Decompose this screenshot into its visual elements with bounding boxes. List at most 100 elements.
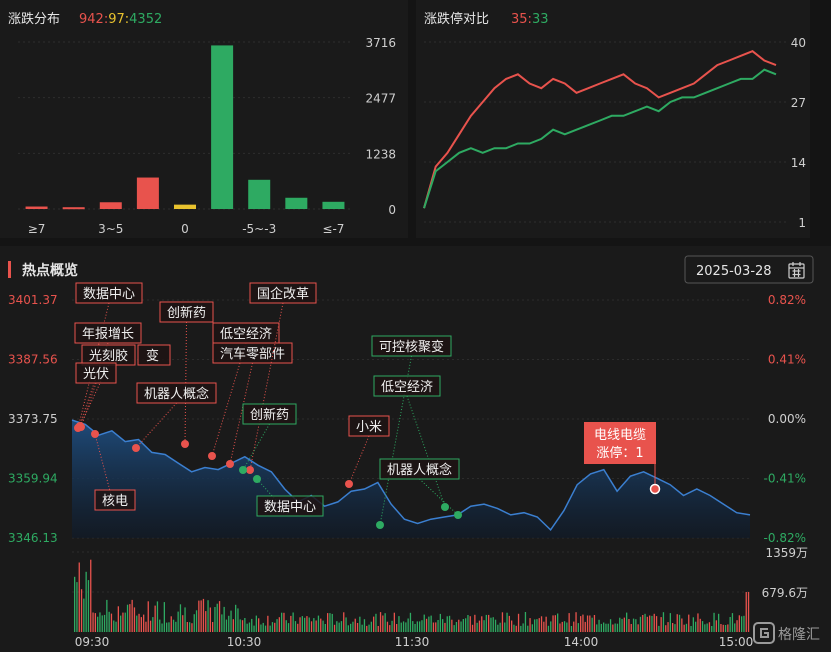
volume-bar (697, 613, 699, 632)
y-tick-label: 1 (798, 216, 806, 230)
y-tick-label: 27 (791, 96, 806, 110)
volume-bar (396, 624, 398, 632)
volume-bar (701, 621, 704, 632)
volume-bar (99, 612, 101, 632)
volume-bar (416, 621, 418, 632)
volume-bar (375, 613, 377, 632)
y-tick-label: 14 (791, 156, 806, 170)
bar (248, 179, 271, 209)
volume-bar (301, 616, 303, 632)
volume-bar (412, 621, 414, 632)
volume-bar (425, 618, 428, 632)
annotation-leader (135, 402, 177, 449)
volume-bar (340, 621, 343, 632)
volume-bar (517, 613, 520, 632)
volume-bar (76, 582, 78, 632)
volume-bar (724, 625, 727, 632)
volume-bar (120, 615, 122, 632)
volume-bar (258, 618, 260, 632)
up-annotation-label: 核电 (102, 494, 128, 509)
volume-bar (628, 619, 630, 632)
volume-bar (524, 612, 527, 632)
y-tick-label-right: 0.82% (768, 293, 806, 307)
volume-bar (327, 613, 329, 632)
bar (25, 206, 48, 209)
series-line (423, 50, 777, 209)
volume-bar (632, 618, 635, 632)
volume-bar (554, 615, 556, 632)
volume-bar (308, 617, 310, 632)
volume-bar (317, 615, 320, 632)
volume-bar (736, 620, 738, 632)
y-tick-label-left: 3373.75 (8, 412, 58, 426)
volume-bar (124, 612, 126, 632)
volume-bar (672, 623, 674, 632)
volume-bar (304, 617, 306, 632)
down-annotation-dot (253, 475, 261, 483)
volume-bar (718, 613, 720, 632)
volume-bar (159, 619, 161, 632)
volume-bar (451, 619, 453, 632)
date-picker[interactable]: 2025-03-28 (684, 255, 814, 284)
up-count: 942 (79, 12, 104, 27)
volume-bar (529, 618, 531, 632)
limit-ratio-counts: 35:33 (511, 12, 548, 27)
bar (136, 177, 159, 209)
volume-bar (662, 612, 665, 632)
x-tick-label: 14:00 (564, 635, 599, 649)
volume-bar (591, 617, 593, 632)
x-tick-label: ≤-7 (322, 222, 344, 236)
volume-bar (439, 613, 441, 632)
volume-bar (644, 613, 646, 632)
bar (211, 45, 234, 210)
volume-bar (278, 617, 280, 632)
volume-bar (469, 616, 471, 632)
volume-bar (113, 620, 115, 632)
volume-bar (200, 600, 202, 632)
volume-bar (593, 615, 596, 632)
volume-bar (306, 616, 308, 632)
y-tick-label: 2477 (365, 92, 396, 106)
y-tick-label-left: 3401.37 (8, 293, 58, 307)
volume-bar (688, 614, 690, 632)
volume-bar (575, 612, 577, 632)
volume-bar (182, 615, 184, 632)
volume-bar (557, 613, 559, 632)
annotation-leader (406, 395, 446, 508)
y-tick-label: 3716 (365, 36, 396, 50)
x-tick-label: -5~-3 (242, 222, 276, 236)
volume-bar (616, 623, 619, 632)
x-tick-label: 15:00 (719, 635, 754, 649)
volume-bar (336, 621, 338, 632)
volume-bar (209, 607, 211, 632)
volume-bar (177, 611, 179, 632)
volume-bar (285, 620, 287, 632)
volume-bar (320, 618, 322, 632)
volume-bar (94, 613, 96, 632)
volume-bar (287, 623, 290, 632)
volume-bar (607, 623, 609, 632)
up-annotation-dot (345, 480, 353, 488)
volume-bar (92, 612, 94, 632)
volume-bar (389, 625, 391, 632)
volume-bar (520, 625, 522, 632)
volume-bar (471, 624, 474, 632)
volume-bar (536, 619, 538, 632)
volume-bar (561, 621, 563, 632)
up-annotation-fragment: 变 (146, 348, 159, 364)
volume-bar (283, 612, 285, 632)
volume-bar (490, 617, 492, 632)
volume-bar (133, 607, 136, 632)
volume-bar (324, 624, 326, 632)
volume-bar (87, 580, 90, 632)
volume-bar (136, 615, 138, 632)
volume-bar (626, 612, 628, 632)
up-annotation-dot (246, 466, 254, 474)
up-annotation-dot (91, 430, 99, 438)
volume-bar (338, 622, 340, 632)
flat-count: 97 (108, 12, 125, 27)
volume-bar (603, 622, 605, 632)
volume-bar (515, 625, 517, 632)
volume-bar (642, 615, 644, 632)
volume-bar (621, 618, 623, 632)
